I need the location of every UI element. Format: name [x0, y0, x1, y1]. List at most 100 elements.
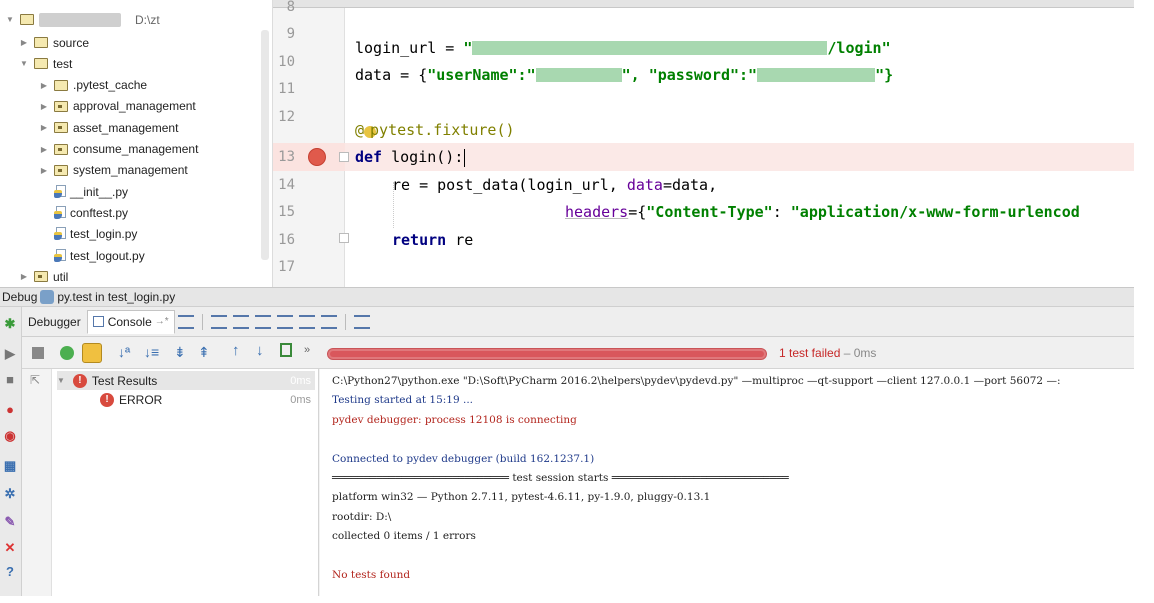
tree-item[interactable]: ▶ source — [18, 32, 89, 53]
test-status: 1 test failed – 0ms — [779, 346, 876, 360]
code-line-16: return re — [392, 231, 474, 249]
code-line-13: def login(): — [355, 148, 464, 166]
tree-item[interactable]: ▶__init__.py — [38, 181, 128, 202]
chevron-right-icon[interactable]: ▶ — [38, 102, 50, 111]
export-results-icon[interactable]: ⇱ — [30, 373, 40, 387]
tree-item[interactable]: ▶ consume_management — [38, 139, 199, 160]
tree-item[interactable]: ▶ util — [18, 266, 68, 287]
project-root-row[interactable]: ▼ D:\zt — [4, 9, 160, 30]
pytest-config-icon — [40, 290, 55, 304]
tree-item[interactable]: ▶test_login.py — [38, 224, 137, 245]
stop-icon[interactable]: ■ — [3, 373, 17, 387]
python-file-icon — [54, 184, 66, 199]
stop-icon[interactable] — [32, 347, 44, 359]
chevron-right-icon[interactable]: ▶ — [38, 145, 50, 154]
package-icon — [54, 164, 68, 176]
run-config-name[interactable]: py.test in test_login.py — [57, 290, 175, 304]
folder-icon — [34, 37, 48, 48]
chevron-right-icon[interactable]: ▶ — [38, 81, 50, 90]
export-icon[interactable] — [280, 343, 292, 357]
previous-failed-icon[interactable]: ↑ — [232, 342, 240, 359]
chevron-right-icon[interactable]: ▶ — [18, 272, 30, 281]
console-line: collected 0 items / 1 errors — [332, 530, 476, 543]
line-number: 17 — [278, 259, 295, 275]
run-to-cursor-icon[interactable] — [320, 314, 337, 329]
evaluate-expression-icon[interactable] — [353, 314, 370, 329]
tree-item-label: .pytest_cache — [73, 78, 148, 93]
code-editor[interactable]: 8 9 10 11 12 13 14 15 16 17 login_url = … — [273, 0, 1134, 287]
error-icon: ! — [72, 373, 87, 388]
close-icon[interactable]: ✕ — [3, 541, 17, 555]
pin-icon[interactable]: ✎ — [3, 515, 17, 529]
text-caret — [464, 149, 465, 167]
chevron-right-icon[interactable]: ▶ — [38, 123, 50, 132]
test-progress-bar — [327, 348, 767, 360]
chevron-right-icon[interactable]: ▶ — [18, 38, 30, 47]
tree-item-label: source — [53, 35, 90, 50]
redacted-username — [535, 68, 622, 82]
resume-icon[interactable]: ▶ — [3, 347, 17, 361]
bug-icon[interactable]: ✱ — [3, 317, 17, 331]
tab-debugger[interactable]: Debugger — [22, 310, 87, 334]
tree-item-label: consume_management — [73, 142, 199, 156]
fold-close-icon[interactable] — [339, 233, 349, 243]
chevron-down-icon[interactable]: ▼ — [57, 376, 65, 385]
line-number: 11 — [278, 81, 295, 97]
tab-console[interactable]: Console →* — [86, 309, 175, 334]
show-execution-point-icon[interactable] — [177, 314, 194, 329]
tree-item[interactable]: ▶test_logout.py — [38, 245, 145, 266]
line-number: 10 — [278, 54, 295, 70]
test-results-panel: ⇱ ▼ ! Test Results 0ms ! ERROR 0ms — [22, 369, 319, 596]
tree-item-label: test — [53, 56, 73, 71]
tree-item[interactable]: ▶ system_management — [38, 160, 188, 181]
results-side-icons: ⇱ — [22, 369, 52, 596]
chevron-down-icon[interactable]: ▼ — [4, 15, 16, 24]
debug-title: Debug — [2, 290, 38, 304]
mute-breakpoints-icon[interactable]: ◉ — [3, 429, 17, 443]
console-line: Testing started at 15:19 ... — [332, 394, 473, 407]
show-passed-icon[interactable] — [60, 346, 74, 360]
line-number: 9 — [286, 26, 295, 42]
console-line: ════════════════════════════ test sessio… — [332, 472, 789, 484]
tree-item[interactable]: ▶conftest.py — [38, 202, 128, 223]
code-line-12: @ pytest.fixture() — [355, 121, 515, 139]
expand-all-icon[interactable]: ⇟ — [174, 344, 186, 361]
tree-item-label: system_management — [73, 163, 188, 178]
tree-item-label: asset_management — [73, 120, 179, 135]
sort-alpha-icon[interactable]: ↓ª — [118, 344, 130, 360]
breakpoint-icon[interactable] — [308, 148, 326, 166]
project-scrollbar[interactable] — [261, 30, 269, 260]
folder-icon — [34, 58, 48, 70]
tree-item[interactable]: ▶ asset_management — [38, 117, 178, 138]
results-error-row[interactable]: ! ERROR 0ms — [100, 390, 315, 409]
console-output[interactable]: C:\Python27\python.exe "D:\Soft\PyCharm … — [320, 369, 1134, 596]
view-breakpoints-icon[interactable]: ● — [3, 403, 17, 417]
debug-side-toolbar: ✱ ▶ ■ ● ◉ ▦ ✲ ✎ ✕ ? — [0, 307, 22, 596]
python-file-icon — [54, 227, 66, 241]
test-runner-toolbar: ↓ª ↓≡ ⇟ ⇞ ↑ ↓ » 1 test failed – 0ms — [22, 337, 1134, 369]
next-failed-icon[interactable]: ↓ — [256, 342, 264, 359]
editor-tab-bar[interactable] — [273, 0, 1134, 8]
tree-item[interactable]: ▼ test — [18, 53, 72, 74]
tree-item[interactable]: ▶ approval_management — [38, 96, 196, 117]
step-over-icon[interactable] — [210, 314, 227, 329]
show-ignored-icon[interactable] — [82, 343, 102, 363]
step-out-icon[interactable] — [298, 314, 315, 329]
sort-duration-icon[interactable]: ↓≡ — [144, 344, 159, 360]
tree-item[interactable]: ▶ .pytest_cache — [38, 75, 147, 96]
chevron-down-icon[interactable]: ▼ — [18, 59, 30, 68]
step-into-icon[interactable] — [232, 314, 249, 329]
collapse-all-icon[interactable]: ⇞ — [198, 344, 210, 361]
line-number: 12 — [278, 109, 295, 125]
fold-open-icon[interactable] — [339, 152, 349, 162]
force-step-into-icon[interactable] — [276, 314, 293, 329]
step-into-my-code-icon[interactable] — [254, 314, 271, 329]
results-root-row[interactable]: ▼ ! Test Results 0ms — [57, 371, 315, 390]
threads-icon[interactable]: ▦ — [3, 459, 17, 473]
package-icon — [54, 143, 68, 155]
help-icon[interactable]: ? — [3, 565, 17, 579]
tree-item-label: util — [53, 269, 69, 284]
chevron-right-icon[interactable]: ▶ — [38, 166, 50, 175]
settings-icon[interactable]: ✲ — [3, 487, 17, 501]
more-icon[interactable]: » — [304, 344, 310, 356]
